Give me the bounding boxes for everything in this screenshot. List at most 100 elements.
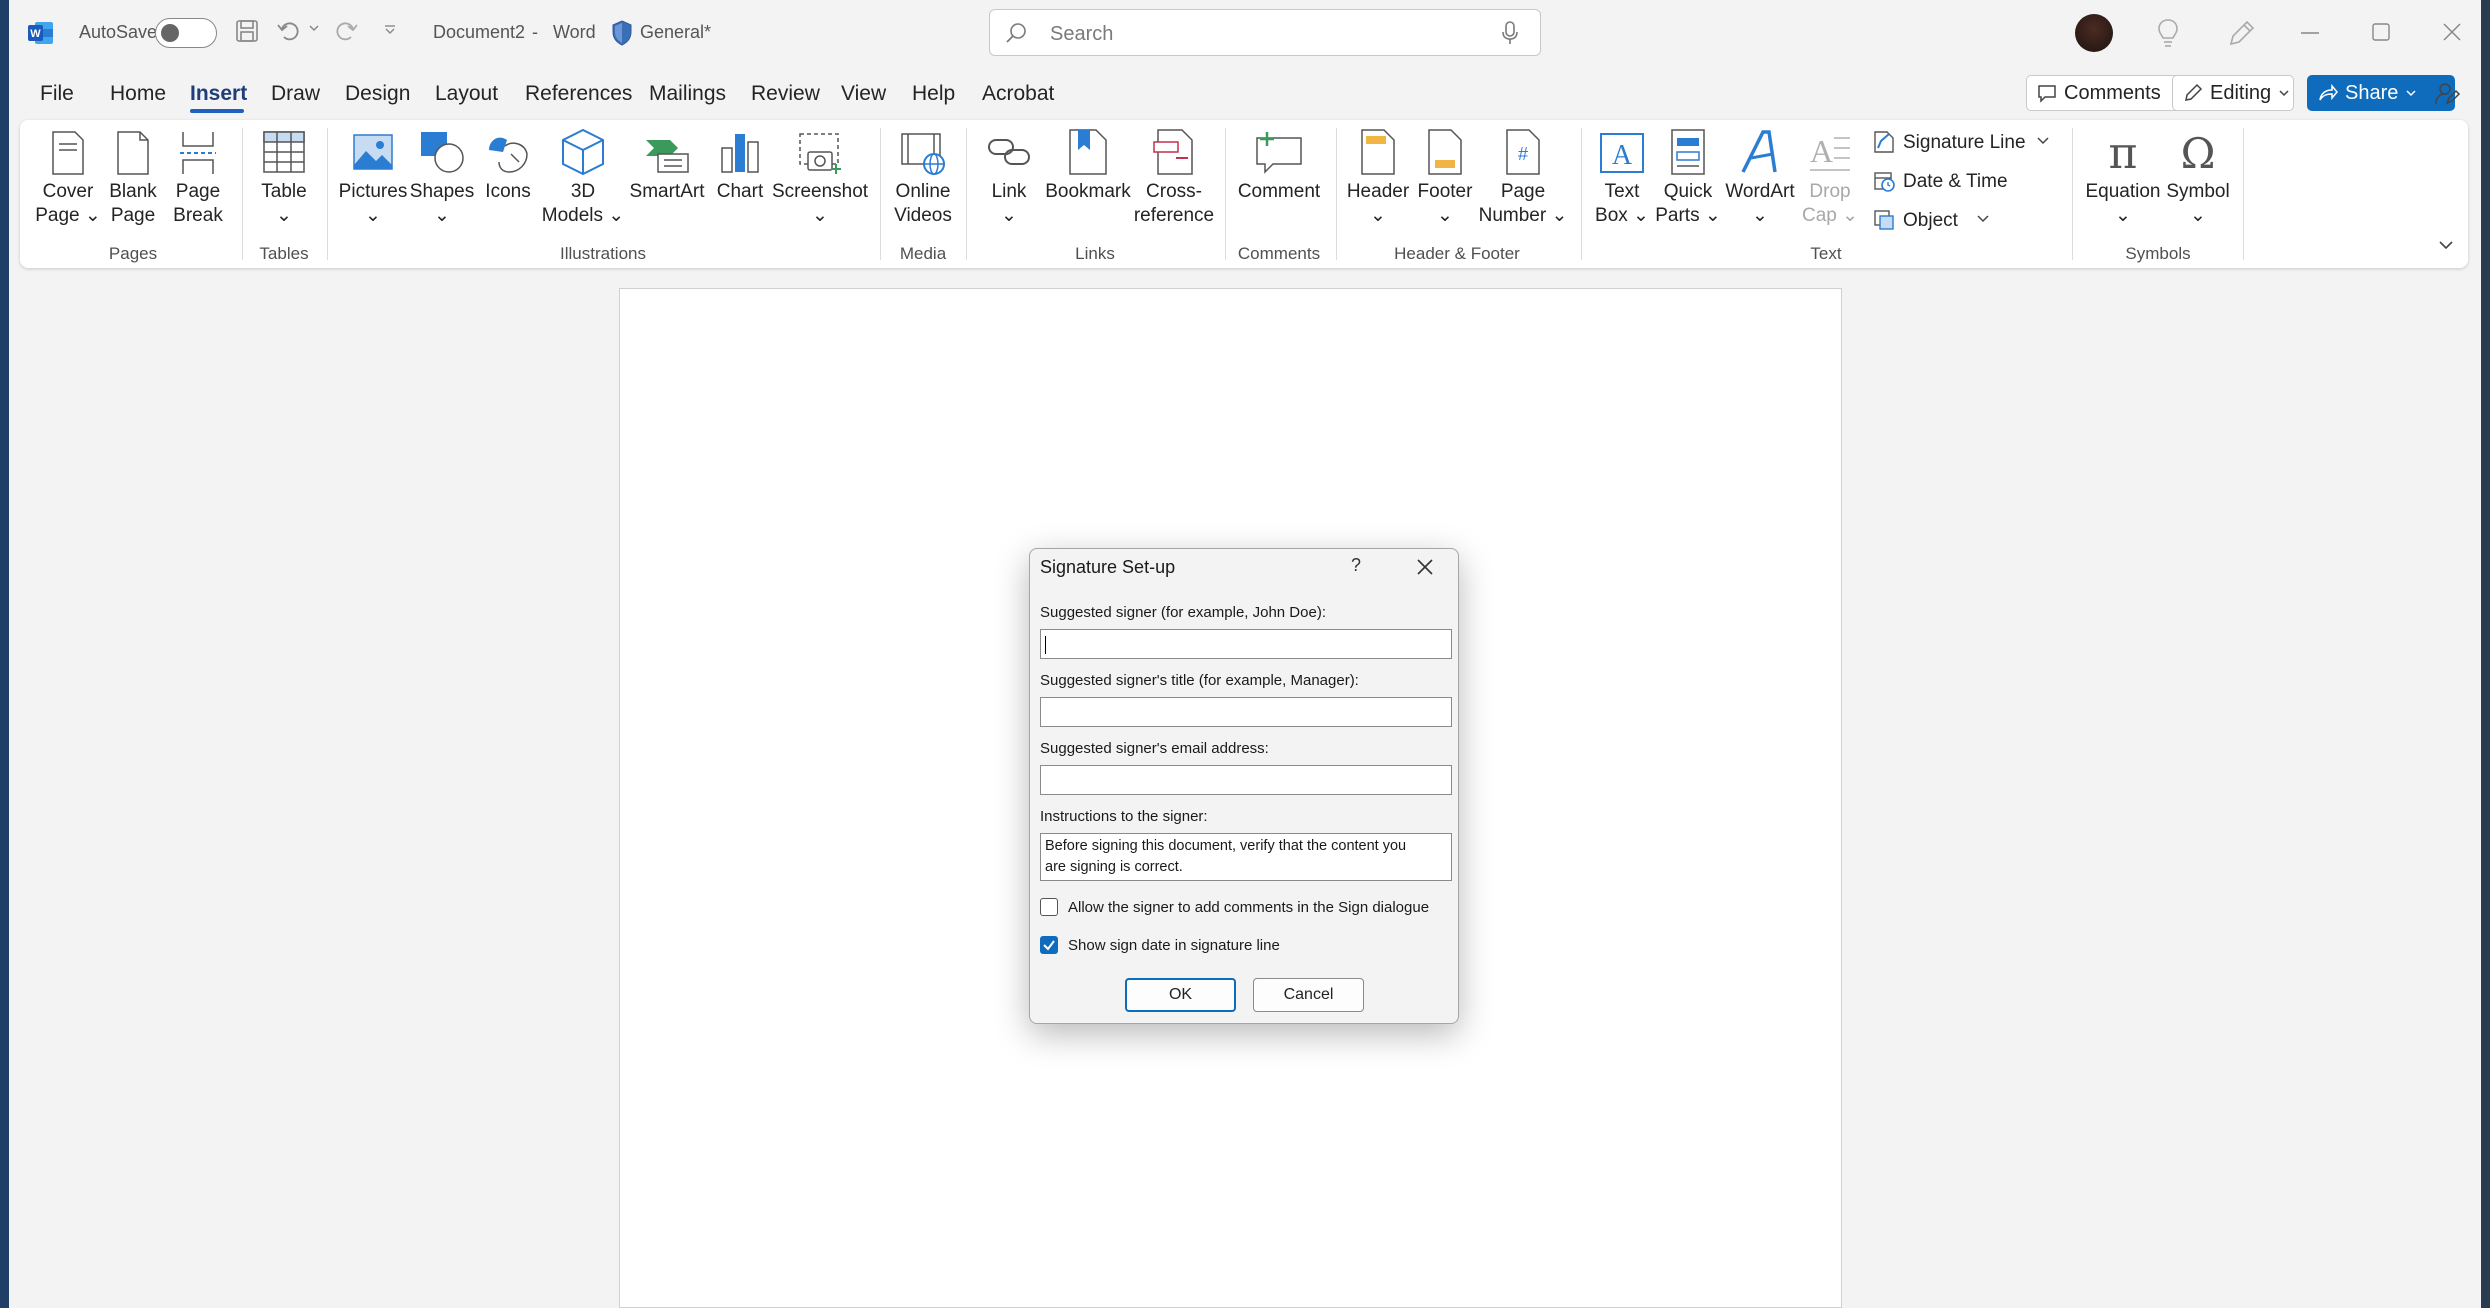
3d-models-button[interactable]: 3D Models ⌄ (542, 180, 624, 228)
sensitivity-shield-icon[interactable] (611, 20, 633, 46)
signature-line-dropdown-icon[interactable] (2036, 136, 2050, 146)
bookmark-button[interactable]: Bookmark (1045, 180, 1131, 204)
minimize-icon[interactable] (2301, 32, 2319, 34)
tab-references[interactable]: References (525, 82, 632, 106)
page-number-icon[interactable]: # (1505, 128, 1541, 176)
pen-icon[interactable] (2227, 18, 2255, 48)
quick-parts-button[interactable]: Quick Parts ⌄ (1655, 180, 1721, 228)
comment-button[interactable]: Comment (1238, 180, 1320, 204)
signer-title-field[interactable] (1040, 697, 1452, 727)
instructions-field[interactable]: Before signing this document, verify tha… (1040, 833, 1452, 881)
tab-layout[interactable]: Layout (435, 82, 498, 106)
microphone-icon[interactable] (1502, 21, 1518, 45)
page-break-button[interactable]: Page Break (173, 180, 223, 228)
table-button[interactable]: Table ⌄ (261, 180, 306, 228)
tab-mailings[interactable]: Mailings (649, 82, 726, 106)
equation-button[interactable]: Equation ⌄ (2085, 180, 2160, 228)
avatar[interactable] (2075, 14, 2113, 52)
quick-parts-icon[interactable] (1670, 128, 1706, 176)
link-icon[interactable] (987, 132, 1031, 172)
redo-icon[interactable] (332, 19, 358, 43)
screenshot-icon[interactable] (796, 130, 844, 176)
maximize-icon[interactable] (2372, 23, 2390, 41)
icons-label: Icons (485, 181, 531, 202)
wordart-icon[interactable] (1739, 128, 1781, 176)
close-icon[interactable] (1416, 558, 1434, 576)
screenshot-button[interactable]: Screenshot ⌄ (772, 180, 868, 228)
autosave-toggle[interactable] (155, 18, 217, 48)
comment-icon[interactable] (1255, 130, 1303, 174)
3d-models-icon[interactable] (561, 128, 605, 176)
header-button[interactable]: Header ⌄ (1347, 180, 1409, 228)
smartart-icon[interactable] (644, 130, 690, 174)
tab-help[interactable]: Help (912, 82, 955, 106)
undo-icon[interactable] (277, 19, 303, 43)
table-icon[interactable] (262, 130, 306, 174)
page-number-button[interactable]: Page Number ⌄ (1479, 180, 1568, 228)
header-icon[interactable] (1360, 128, 1396, 176)
pictures-button[interactable]: Pictures ⌄ (339, 180, 408, 228)
icons-button[interactable]: Icons (485, 180, 530, 204)
blank-page-button[interactable]: Blank Page (109, 180, 157, 228)
cross-reference-icon[interactable] (1152, 128, 1196, 176)
signer-name-field[interactable] (1040, 629, 1452, 659)
date-time-icon[interactable] (1873, 170, 1895, 192)
search-box[interactable]: Search (989, 9, 1541, 56)
collapse-ribbon-icon[interactable] (2438, 240, 2454, 250)
close-window-icon[interactable] (2443, 23, 2461, 41)
tab-view[interactable]: View (841, 82, 886, 106)
cross-reference-button[interactable]: Cross-reference (1134, 180, 1214, 228)
online-videos-icon[interactable] (900, 130, 946, 176)
shapes-button[interactable]: Shapes ⌄ (410, 180, 474, 228)
save-icon[interactable] (235, 19, 259, 43)
smartart-button[interactable]: SmartArt (630, 180, 705, 204)
icons-icon[interactable] (485, 130, 531, 176)
show-date-checkbox[interactable] (1040, 936, 1058, 954)
equation-icon[interactable]: π (2101, 128, 2145, 179)
footer-button[interactable]: Footer ⌄ (1418, 180, 1473, 228)
tab-acrobat[interactable]: Acrobat (982, 82, 1054, 106)
editing-mode-button[interactable]: Editing (2172, 75, 2294, 111)
tab-home[interactable]: Home (110, 82, 166, 106)
ok-button[interactable]: OK (1125, 978, 1236, 1012)
page-break-icon[interactable] (178, 130, 218, 176)
tab-insert[interactable]: Insert (190, 82, 247, 106)
shapes-icon[interactable] (419, 130, 465, 174)
symbol-icon[interactable]: Ω (2176, 129, 2220, 178)
wordart-button[interactable]: WordArt ⌄ (1725, 180, 1794, 228)
online-videos-button[interactable]: Online Videos (894, 180, 952, 228)
cover-page-icon[interactable] (51, 130, 85, 176)
undo-dropdown-icon[interactable] (308, 22, 320, 34)
chart-icon[interactable] (720, 130, 760, 174)
bookmark-icon[interactable] (1068, 128, 1108, 176)
quick-parts-label-2: Parts (1655, 205, 1700, 226)
customize-toolbar-icon[interactable] (383, 24, 397, 36)
symbol-button[interactable]: Symbol ⌄ (2166, 180, 2229, 228)
signer-email-field[interactable] (1040, 765, 1452, 795)
coauthoring-icon[interactable] (2434, 80, 2461, 106)
blank-page-icon[interactable] (116, 130, 150, 176)
tab-review[interactable]: Review (751, 82, 820, 106)
sensitivity-label[interactable]: General* (640, 22, 711, 43)
tab-design[interactable]: Design (345, 82, 410, 106)
object-button[interactable]: Object (1903, 210, 1958, 232)
allow-comments-checkbox[interactable] (1040, 898, 1058, 916)
help-button[interactable]: ? (1351, 555, 1361, 576)
date-time-button[interactable]: Date & Time (1903, 171, 2008, 193)
footer-icon[interactable] (1427, 128, 1463, 176)
cover-page-button[interactable]: Cover Page ⌄ (35, 180, 101, 228)
text-box-icon[interactable]: A (1599, 130, 1645, 174)
object-icon[interactable] (1873, 209, 1895, 231)
share-button[interactable]: Share (2307, 75, 2455, 111)
object-dropdown-icon[interactable] (1976, 214, 1990, 224)
text-box-button[interactable]: Text Box ⌄ (1595, 180, 1649, 228)
lightbulb-icon[interactable] (2157, 18, 2179, 48)
pictures-icon[interactable] (352, 133, 394, 171)
tab-file[interactable]: File (40, 82, 74, 106)
tab-draw[interactable]: Draw (271, 82, 320, 106)
chart-button[interactable]: Chart (717, 180, 763, 204)
link-button[interactable]: Link ⌄ (992, 180, 1027, 228)
cancel-button[interactable]: Cancel (1253, 978, 1364, 1012)
signature-line-icon[interactable] (1873, 130, 1895, 154)
signature-line-button[interactable]: Signature Line (1903, 132, 2026, 154)
